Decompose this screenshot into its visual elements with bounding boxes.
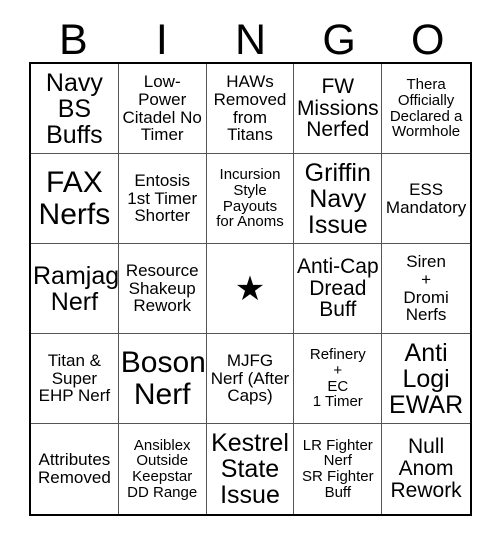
bingo-cell-label: Entosis 1st Timer Shorter xyxy=(127,170,198,226)
bingo-cell-label: FAX Nerfs xyxy=(38,166,111,231)
bingo-cell[interactable]: Attributes Removed xyxy=(31,424,119,514)
bingo-cell[interactable]: Boson Nerf xyxy=(118,334,207,424)
bingo-card: B I N G O Navy BS Buffs Low- Power Citade… xyxy=(0,0,500,544)
bingo-cell[interactable]: Null Anom Rework xyxy=(382,424,470,514)
bingo-cell[interactable]: Thera Officially Declared a Wormhole xyxy=(382,64,470,154)
bingo-cell-label: ESS Mandatory xyxy=(385,179,467,217)
bingo-cell[interactable]: Navy BS Buffs xyxy=(31,64,119,154)
bingo-cell[interactable]: Griffin Navy Issue xyxy=(294,154,383,244)
bingo-cell-label: Null Anom Rework xyxy=(390,435,462,502)
bingo-cell-label: Kestrel State Issue xyxy=(211,429,289,509)
bingo-grid: Navy BS Buffs Low- Power Citadel No Timer… xyxy=(29,62,472,516)
bingo-cell[interactable]: HAWs Removed from Titans xyxy=(206,64,295,154)
bingo-cell[interactable]: MJFG Nerf (After Caps) xyxy=(206,334,295,424)
bingo-header-letter-g: G xyxy=(322,16,356,64)
bingo-cell-label: Anti-Cap Dread Buff xyxy=(296,254,379,322)
bingo-cell-label: Boson Nerf xyxy=(120,346,206,411)
bingo-cell-label: Siren + Dromi Nerfs xyxy=(403,252,449,325)
bingo-header-letter-i: I xyxy=(155,16,168,64)
bingo-cell-label: Low- Power Citadel No Timer xyxy=(122,72,202,145)
bingo-cell[interactable]: Refinery + EC 1 Timer xyxy=(294,334,383,424)
bingo-cell[interactable]: Kestrel State Issue xyxy=(206,424,295,514)
bingo-cell-label: Griffin Navy Issue xyxy=(304,158,371,239)
bingo-cell[interactable]: Ansiblex Outside Keepstar DD Range xyxy=(118,424,207,514)
bingo-cell[interactable]: FAX Nerfs xyxy=(31,154,119,244)
bingo-cell[interactable]: Siren + Dromi Nerfs xyxy=(382,244,470,334)
bingo-cell[interactable]: Ramjag Nerf xyxy=(31,244,119,334)
bingo-header: B I N G O xyxy=(29,8,472,62)
bingo-cell[interactable]: Titan & Super EHP Nerf xyxy=(31,334,119,424)
bingo-cell[interactable]: Incursion Style Payouts for Anoms xyxy=(206,154,295,244)
bingo-cell-label: MJFG Nerf (After Caps) xyxy=(210,350,290,406)
bingo-cell[interactable]: Low- Power Citadel No Timer xyxy=(118,64,207,154)
bingo-cell-label: HAWs Removed from Titans xyxy=(213,72,287,145)
bingo-cell-label: Thera Officially Declared a Wormhole xyxy=(389,76,463,141)
bingo-cell-label: Ramjag Nerf xyxy=(33,261,119,316)
bingo-cell-label: Ansiblex Outside Keepstar DD Range xyxy=(127,436,198,501)
bingo-cell[interactable]: Anti Logi EWAR xyxy=(382,334,470,424)
bingo-cell[interactable]: Resource Shakeup Rework xyxy=(118,244,207,334)
bingo-cell-label: Navy BS Buffs xyxy=(45,68,103,149)
bingo-cell-label: FW Missions Nerfed xyxy=(296,74,379,142)
bingo-header-letter-n: N xyxy=(234,16,267,64)
bingo-cell-label: Anti Logi EWAR xyxy=(389,338,464,419)
bingo-cell-label: Attributes Removed xyxy=(38,450,111,487)
bingo-cell-label: Titan & Super EHP Nerf xyxy=(38,350,111,406)
bingo-cell[interactable]: Entosis 1st Timer Shorter xyxy=(118,154,207,244)
bingo-header-letter-o: O xyxy=(410,16,445,64)
bingo-cell-label: Refinery + EC 1 Timer xyxy=(309,346,366,411)
bingo-cell-label: Incursion Style Payouts for Anoms xyxy=(216,166,284,231)
bingo-cell[interactable]: Anti-Cap Dread Buff xyxy=(294,244,383,334)
bingo-free-space-cell[interactable]: ★ xyxy=(206,244,295,334)
free-space-star-icon: ★ xyxy=(234,269,266,308)
bingo-cell-label: LR Fighter Nerf SR Fighter Buff xyxy=(301,436,374,501)
bingo-header-letter-b: B xyxy=(58,16,88,64)
bingo-cell[interactable]: LR Fighter Nerf SR Fighter Buff xyxy=(294,424,383,514)
bingo-cell-label: Resource Shakeup Rework xyxy=(125,260,199,316)
bingo-cell[interactable]: ESS Mandatory xyxy=(382,154,470,244)
bingo-cell[interactable]: FW Missions Nerfed xyxy=(294,64,383,154)
